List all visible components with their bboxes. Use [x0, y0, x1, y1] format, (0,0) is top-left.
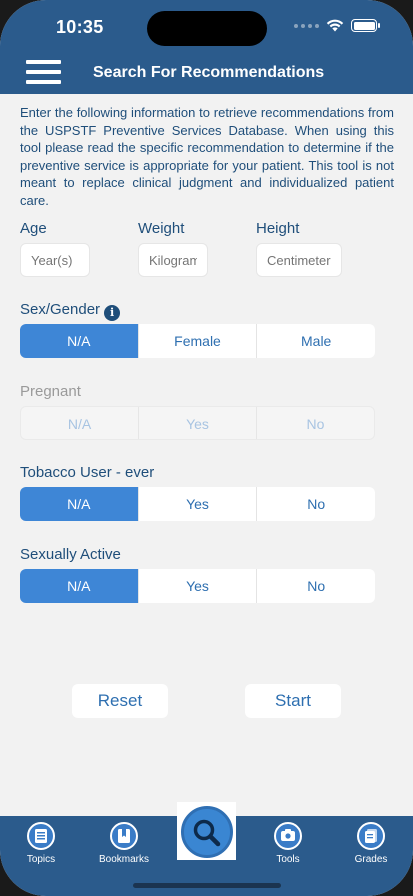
tab-grades[interactable]: Grades: [336, 822, 406, 865]
menu-icon: [26, 60, 61, 64]
tab-search[interactable]: [181, 806, 233, 858]
dynamic-island: [147, 11, 267, 46]
pregnant-option-no: No: [256, 407, 374, 439]
tab-bookmarks[interactable]: Bookmarks: [89, 822, 159, 865]
status-icons: [294, 19, 380, 32]
sex-option-female[interactable]: Female: [137, 324, 257, 358]
topics-icon: [27, 822, 55, 850]
tobacco-option-yes[interactable]: Yes: [137, 487, 257, 521]
tab-grades-label: Grades: [354, 854, 388, 865]
app-screen: 10:35 Search For Recommendations Enter t…: [0, 0, 413, 896]
battery-icon: [351, 19, 380, 32]
grades-icon: [357, 822, 385, 850]
tobacco-selector: N/A Yes No: [20, 487, 375, 521]
sexually-active-label: Sexually Active: [20, 546, 121, 563]
sexually-active-option-na[interactable]: N/A: [20, 569, 138, 603]
tab-tools-label: Tools: [276, 854, 300, 865]
tobacco-label: Tobacco User - ever: [20, 464, 155, 481]
height-label: Height: [256, 220, 300, 237]
sexually-active-option-yes[interactable]: Yes: [137, 569, 257, 603]
info-icon[interactable]: i: [104, 305, 121, 321]
pregnant-option-na: N/A: [67, 416, 92, 432]
tab-bookmarks-label: Bookmarks: [98, 854, 149, 865]
pregnant-option-yes: Yes: [138, 407, 256, 439]
sexually-active-selector: N/A Yes No: [20, 569, 375, 603]
sex-option-male[interactable]: Male: [256, 324, 375, 358]
weight-label: Weight: [138, 220, 185, 237]
age-label: Age: [20, 220, 47, 237]
start-button[interactable]: Start: [245, 684, 341, 718]
tab-topics-label: Topics: [26, 854, 56, 865]
tab-tools[interactable]: Tools: [253, 822, 323, 865]
search-icon: [193, 819, 221, 847]
pregnant-label: Pregnant: [20, 383, 81, 400]
reset-button[interactable]: Reset: [72, 684, 168, 718]
header-bar: 10:35 Search For Recommendations: [0, 0, 413, 94]
intro-text: Enter the following information to retri…: [20, 105, 394, 208]
sex-gender-label-text: Sex/Gender: [20, 301, 101, 318]
signal-icon: [294, 23, 319, 28]
page-title: Search For Recommendations: [93, 64, 325, 81]
sexually-active-option-no[interactable]: No: [256, 569, 375, 603]
wifi-icon: [326, 19, 344, 32]
weight-input[interactable]: [138, 243, 208, 277]
age-input[interactable]: [20, 243, 90, 277]
tobacco-option-no[interactable]: No: [256, 487, 375, 521]
pregnant-selector: N/A Yes No: [20, 406, 375, 440]
tab-topics[interactable]: Topics: [6, 822, 76, 865]
tools-icon: [274, 822, 302, 850]
sex-gender-label: Sex/Gender i: [20, 301, 121, 321]
bookmark-icon: [110, 822, 138, 850]
height-input[interactable]: [256, 243, 342, 277]
menu-button[interactable]: [26, 60, 61, 84]
tobacco-option-na[interactable]: N/A: [20, 487, 138, 521]
sex-option-na[interactable]: N/A: [20, 324, 138, 358]
status-time: 10:35: [56, 17, 104, 37]
home-indicator: [133, 883, 281, 888]
sex-gender-selector: N/A Female Male: [20, 324, 375, 358]
